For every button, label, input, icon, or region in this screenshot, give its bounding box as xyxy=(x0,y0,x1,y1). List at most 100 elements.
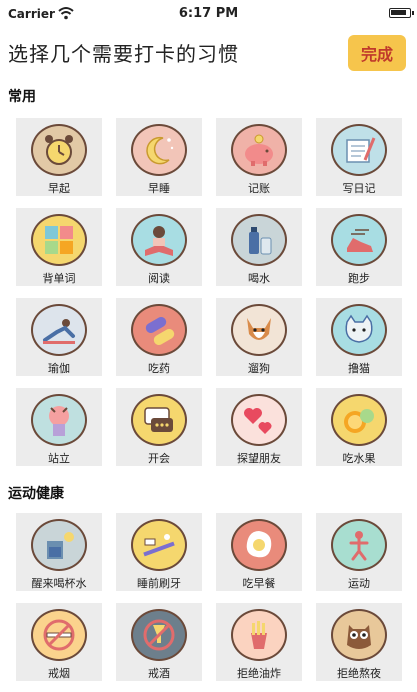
habit-tile[interactable]: 吃水果 xyxy=(316,388,402,466)
hearts-icon xyxy=(244,408,272,434)
habit-icon-circle xyxy=(231,519,287,571)
fried-egg-icon xyxy=(246,531,272,558)
habit-tile[interactable]: 瑜伽 xyxy=(16,298,102,376)
habit-tile[interactable]: 背单词 xyxy=(16,208,102,286)
habit-label: 站立 xyxy=(48,452,70,465)
habit-label: 戒酒 xyxy=(148,667,170,680)
habit-label: 喝水 xyxy=(248,272,270,285)
habit-label: 撸猫 xyxy=(348,362,370,375)
habit-tile[interactable]: 喝水 xyxy=(216,208,302,286)
habit-tile[interactable]: 阅读 xyxy=(116,208,202,286)
habit-icon-circle xyxy=(231,609,287,661)
water-glass-icon xyxy=(47,532,74,559)
habit-icon-circle xyxy=(231,304,287,356)
no-fries-icon xyxy=(251,621,267,649)
page-title: 选择几个需要打卡的习惯 xyxy=(8,42,239,66)
habit-icon-circle xyxy=(131,124,187,176)
habit-label: 开会 xyxy=(148,452,170,465)
habit-tile[interactable]: 运动 xyxy=(316,513,402,591)
habit-tile[interactable]: 戒烟 xyxy=(16,603,102,681)
habit-tile[interactable]: 撸猫 xyxy=(316,298,402,376)
habit-label: 吃药 xyxy=(148,362,170,375)
habit-icon-circle xyxy=(331,609,387,661)
habit-tile[interactable]: 拒绝油炸 xyxy=(216,603,302,681)
habit-grid-sports-health: 醒来喝杯水 睡前刷牙 吃早餐 运动戒烟 戒酒 拒绝油炸 拒绝熬夜 xyxy=(16,513,404,681)
dog-icon xyxy=(247,318,271,340)
habit-icon-circle xyxy=(231,214,287,266)
habit-label: 探望朋友 xyxy=(237,452,281,465)
habit-icon-circle xyxy=(31,609,87,661)
habit-label: 早睡 xyxy=(148,182,170,195)
habit-label: 遛狗 xyxy=(248,362,270,375)
habit-label: 阅读 xyxy=(148,272,170,285)
habit-tile[interactable]: 吃药 xyxy=(116,298,202,376)
habit-icon-circle xyxy=(131,394,187,446)
cat-icon xyxy=(345,314,373,343)
habit-tile[interactable]: 站立 xyxy=(16,388,102,466)
habit-icon-circle xyxy=(131,214,187,266)
habit-icon-circle xyxy=(31,304,87,356)
yoga-icon xyxy=(43,319,75,344)
habit-label: 吃早餐 xyxy=(242,577,276,590)
habit-icon-circle xyxy=(231,394,287,446)
habit-tile[interactable]: 跑步 xyxy=(316,208,402,286)
habit-tile[interactable]: 写日记 xyxy=(316,118,402,196)
habit-label: 背单词 xyxy=(42,272,76,285)
habit-tile[interactable]: 戒酒 xyxy=(116,603,202,681)
habit-label: 拒绝油炸 xyxy=(237,667,281,680)
running-shoe-icon xyxy=(347,229,373,252)
habit-label: 早起 xyxy=(48,182,70,195)
habit-icon-circle xyxy=(331,394,387,446)
habit-icon-circle xyxy=(31,519,87,571)
habit-icon-circle xyxy=(31,394,87,446)
pills-icon xyxy=(145,317,175,345)
habit-icon-circle xyxy=(231,124,287,176)
habit-tile[interactable]: 遛狗 xyxy=(216,298,302,376)
habit-label: 跑步 xyxy=(348,272,370,285)
meeting-icon xyxy=(144,407,173,432)
status-time: 6:17 PM xyxy=(178,6,239,21)
piggy-bank-icon xyxy=(245,134,273,166)
habit-icon-circle xyxy=(331,519,387,571)
habit-label: 拒绝熬夜 xyxy=(337,667,381,680)
toothbrush-icon xyxy=(143,534,175,557)
exercise-icon xyxy=(349,531,369,561)
habit-label: 记账 xyxy=(248,182,270,195)
habit-label: 运动 xyxy=(348,577,370,590)
no-alcohol-icon xyxy=(143,619,175,651)
habit-grid-common: 早起 早睡 记账 写日记背单词 阅读 喝水 跑步瑜伽 吃药 遛狗 撸猫站立 开会 探望朋友 吃水果 xyxy=(16,118,404,466)
water-bottle-icon xyxy=(249,227,272,255)
habit-label: 瑜伽 xyxy=(48,362,70,375)
habit-icon-circle xyxy=(31,214,87,266)
habit-tile[interactable]: 醒来喝杯水 xyxy=(16,513,102,591)
habit-icon-circle xyxy=(131,304,187,356)
habit-tile[interactable]: 记账 xyxy=(216,118,302,196)
alarm-clock-icon xyxy=(45,135,73,165)
habit-label: 戒烟 xyxy=(48,667,70,680)
owl-icon xyxy=(347,625,371,649)
habit-icon-circle xyxy=(331,214,387,266)
habit-label: 吃水果 xyxy=(342,452,376,465)
habit-tile[interactable]: 早起 xyxy=(16,118,102,196)
habit-icon-circle xyxy=(131,519,187,571)
flashcards-icon xyxy=(45,226,73,254)
habit-label: 睡前刷牙 xyxy=(137,577,181,590)
habit-tile[interactable]: 探望朋友 xyxy=(216,388,302,466)
habit-tile[interactable]: 开会 xyxy=(116,388,202,466)
habit-icon-circle xyxy=(331,304,387,356)
standing-icon xyxy=(49,406,69,436)
habit-tile[interactable]: 吃早餐 xyxy=(216,513,302,591)
habit-tile[interactable]: 早睡 xyxy=(116,118,202,196)
habit-icon-circle xyxy=(331,124,387,176)
habit-tile[interactable]: 拒绝熬夜 xyxy=(316,603,402,681)
reading-icon xyxy=(145,226,173,256)
moon-icon xyxy=(146,136,174,165)
battery-icon xyxy=(389,8,414,18)
habit-tile[interactable]: 睡前刷牙 xyxy=(116,513,202,591)
status-bar: Carrier 6:17 PM xyxy=(0,0,417,28)
habit-icon-circle xyxy=(31,124,87,176)
done-button[interactable]: 完成 xyxy=(348,35,406,71)
notebook-pen-icon xyxy=(346,137,376,163)
habit-label: 写日记 xyxy=(342,182,376,195)
no-smoking-icon xyxy=(43,619,75,651)
